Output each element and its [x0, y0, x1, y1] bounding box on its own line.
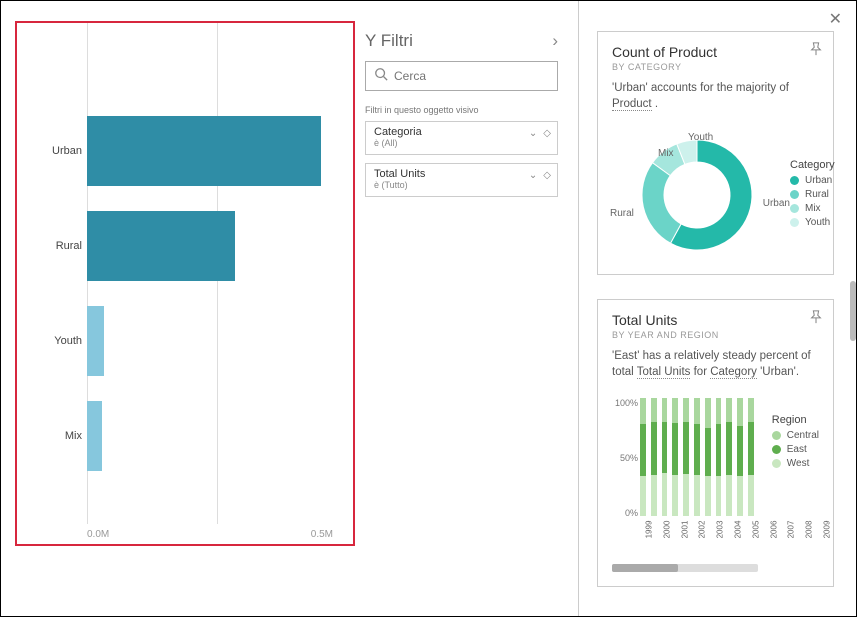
insight-description: 'Urban' accounts for the majority of Pro…: [612, 80, 819, 112]
stacked-column[interactable]: [640, 398, 646, 516]
bar-label: Youth: [32, 335, 82, 347]
legend-item[interactable]: Urban: [790, 175, 835, 186]
insight-subtitle: BY YEAR AND REGION: [612, 330, 819, 340]
filter-title: Categoria: [374, 126, 549, 138]
legend-item[interactable]: Rural: [790, 189, 835, 200]
filters-section-label: Filtri in questo oggetto visivo: [365, 105, 558, 115]
filter-title: Total Units: [374, 168, 549, 180]
stacked-column[interactable]: [683, 398, 689, 516]
stacked-column[interactable]: [705, 398, 711, 516]
legend-item[interactable]: Central: [772, 430, 819, 441]
insight-title: Total Units: [612, 312, 819, 328]
legend-item[interactable]: Mix: [790, 203, 835, 214]
bar-row: Mix: [87, 388, 333, 483]
filter-subtitle: è (All): [374, 138, 549, 148]
vertical-scrollbar[interactable]: [850, 281, 856, 341]
bar[interactable]: [87, 306, 104, 376]
bar-label: Urban: [32, 145, 82, 157]
insights-pane: ✕ Count of Product BY CATEGORY 'Urban' a…: [579, 1, 856, 616]
search-box[interactable]: [365, 61, 558, 91]
insight-card-product: Count of Product BY CATEGORY 'Urban' acc…: [597, 31, 834, 275]
stacked-legend: Region CentralEastWest: [772, 414, 819, 572]
legend-swatch: [790, 218, 799, 227]
filters-header[interactable]: Y Filtri ›: [365, 31, 558, 51]
chevron-down-icon[interactable]: ⌄: [529, 128, 537, 139]
pin-icon[interactable]: [809, 310, 823, 329]
filters-panel: Y Filtri › Filtri in questo oggetto visi…: [355, 1, 578, 616]
bar-row: Rural: [87, 198, 333, 293]
pin-icon[interactable]: [809, 42, 823, 61]
legend-swatch: [790, 176, 799, 185]
stacked-column[interactable]: [651, 398, 657, 516]
filter-card[interactable]: Categoria è (All) ⌄ ◇: [365, 121, 558, 155]
close-icon[interactable]: ✕: [829, 9, 842, 29]
stacked-column[interactable]: [662, 398, 668, 516]
donut-chart[interactable]: Youth Mix Rural Urban: [632, 130, 762, 260]
bar-row: Urban: [87, 103, 333, 198]
stacked-bar-chart[interactable]: 100%50%0% 199920002001200220032004200520…: [640, 398, 754, 538]
legend-item[interactable]: West: [772, 458, 819, 469]
main-bar-chart[interactable]: UrbanRuralYouthMix 0.0M0.5M: [15, 21, 355, 546]
chevron-down-icon[interactable]: ⌄: [529, 170, 537, 181]
eraser-icon[interactable]: ◇: [543, 128, 551, 139]
bar[interactable]: [87, 211, 235, 281]
filter-card[interactable]: Total Units è (Tutto) ⌄ ◇: [365, 163, 558, 197]
filters-title: Y Filtri: [365, 31, 413, 51]
insight-subtitle: BY CATEGORY: [612, 62, 819, 72]
legend-swatch: [772, 459, 781, 468]
stacked-column[interactable]: [748, 398, 754, 516]
stacked-column[interactable]: [716, 398, 722, 516]
legend-item[interactable]: Youth: [790, 217, 835, 228]
insight-card-units: Total Units BY YEAR AND REGION 'East' ha…: [597, 299, 834, 587]
search-input[interactable]: [394, 69, 549, 83]
stacked-column[interactable]: [726, 398, 732, 516]
left-pane: UrbanRuralYouthMix 0.0M0.5M Y Filtri › F…: [1, 1, 579, 616]
legend-swatch: [790, 190, 799, 199]
bar-row: Youth: [87, 293, 333, 388]
legend-swatch: [790, 204, 799, 213]
legend-swatch: [772, 431, 781, 440]
search-icon: [374, 67, 394, 86]
horizontal-scrollbar[interactable]: [612, 564, 758, 572]
legend-item[interactable]: East: [772, 444, 819, 455]
legend-swatch: [772, 445, 781, 454]
donut-legend: Category UrbanRuralMixYouth: [790, 159, 835, 231]
stacked-column[interactable]: [737, 398, 743, 516]
filter-subtitle: è (Tutto): [374, 180, 549, 190]
insight-title: Count of Product: [612, 44, 819, 60]
bar[interactable]: [87, 116, 321, 186]
stacked-column[interactable]: [672, 398, 678, 516]
chevron-right-icon[interactable]: ›: [552, 31, 558, 51]
insight-description: 'East' has a relatively steady percent o…: [612, 348, 819, 380]
bar-label: Rural: [32, 240, 82, 252]
stacked-column[interactable]: [694, 398, 700, 516]
bar[interactable]: [87, 401, 102, 471]
eraser-icon[interactable]: ◇: [543, 170, 551, 181]
bar-label: Mix: [32, 430, 82, 442]
